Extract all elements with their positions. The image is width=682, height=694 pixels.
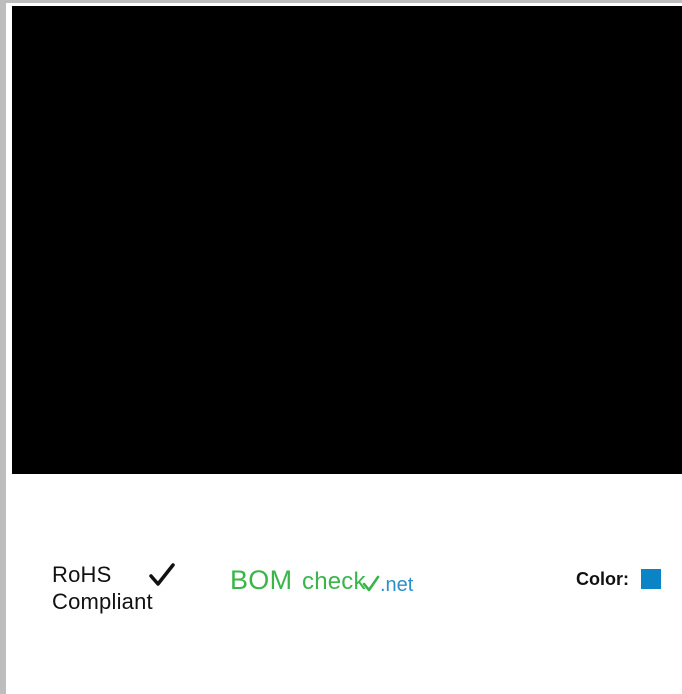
color-swatch (641, 569, 661, 589)
color-indicator: Color: (576, 568, 666, 590)
product-frame: RoHS Compliant BOM check .net Color: (0, 0, 682, 694)
green-check-icon (362, 575, 380, 592)
bomcheck-net-text: .net (380, 574, 414, 596)
product-image (12, 6, 682, 474)
bomcheck-main-text: BOM (230, 565, 293, 595)
rohs-compliant-badge: RoHS Compliant (52, 563, 182, 617)
bomcheck-check-text: check (302, 568, 366, 595)
bomcheck-logo: BOM check .net (230, 563, 420, 599)
compliant-label: Compliant (52, 589, 153, 614)
color-label: Color: (576, 569, 629, 589)
rohs-label: RoHS (52, 562, 112, 587)
check-mark-icon (149, 563, 175, 586)
